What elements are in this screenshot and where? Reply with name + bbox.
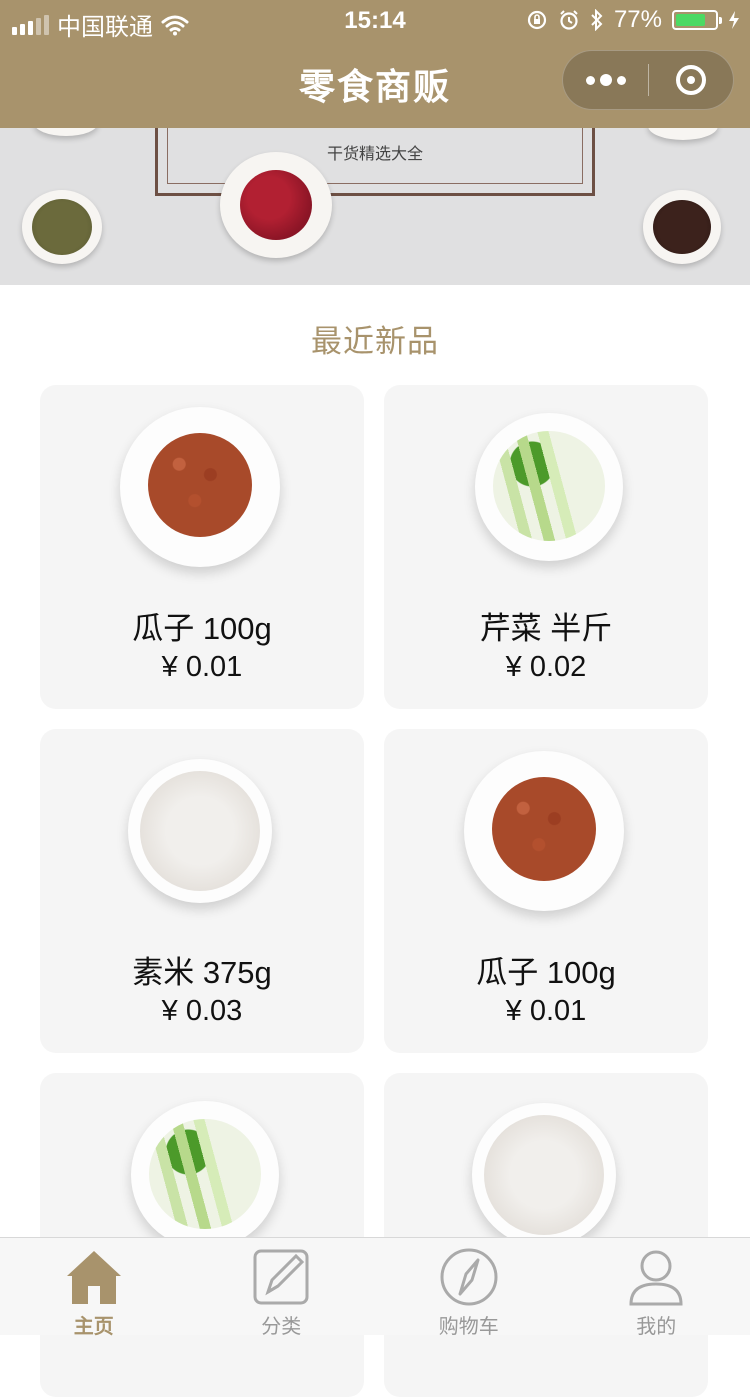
product-card[interactable]: 芹菜 半斤 ¥ 0.02	[384, 385, 708, 709]
product-name: 素米 375g	[40, 947, 364, 992]
banner-caption: 干货精选大全	[0, 140, 750, 164]
product-image	[475, 413, 623, 561]
edit-icon	[250, 1246, 312, 1308]
product-card[interactable]: 瓜子 100g ¥ 0.01	[40, 385, 364, 709]
battery-fill	[676, 14, 705, 26]
battery-percent: 77%	[614, 6, 662, 34]
product-card[interactable]	[384, 1073, 708, 1397]
tab-cart[interactable]: 购物车	[375, 1238, 563, 1335]
tab-category[interactable]: 分类	[188, 1238, 376, 1335]
tab-home[interactable]: 主页	[0, 1238, 188, 1335]
product-card[interactable]: 素米 375g ¥ 0.03	[40, 729, 364, 1053]
promo-banner[interactable]: 干货精选大全	[0, 128, 750, 285]
close-button[interactable]	[649, 50, 733, 110]
product-price: ¥ 0.01	[384, 995, 708, 1028]
product-name: 芹菜 半斤	[384, 603, 708, 648]
tab-label: 我的	[563, 1310, 750, 1339]
product-card[interactable]	[40, 1073, 364, 1397]
jujube-plate-image	[220, 152, 332, 258]
product-price: ¥ 0.03	[40, 995, 364, 1028]
close-icon	[676, 65, 706, 95]
product-price: ¥ 0.01	[40, 651, 364, 684]
product-image	[464, 751, 624, 911]
section-title: 最近新品	[0, 316, 750, 361]
product-price: ¥ 0.02	[384, 651, 708, 684]
more-button[interactable]	[563, 50, 648, 110]
charging-icon	[728, 10, 740, 30]
product-image	[472, 1103, 616, 1247]
product-image	[131, 1101, 279, 1249]
bluetooth-icon	[590, 9, 604, 31]
tab-bar: 主页 分类 购物车 我的	[0, 1237, 750, 1335]
status-bar: 中国联通 15:14 77%	[0, 0, 750, 40]
mini-program-capsule	[562, 50, 734, 110]
tab-label: 购物车	[375, 1310, 563, 1339]
tab-label: 主页	[0, 1310, 188, 1339]
tab-label: 分类	[188, 1310, 376, 1339]
tab-mine[interactable]: 我的	[563, 1238, 750, 1335]
rotation-lock-icon	[526, 9, 548, 31]
plate-top-right-image	[648, 128, 718, 140]
red-bean-plate-image	[643, 190, 721, 264]
plate-top-left-image	[34, 128, 98, 136]
alarm-icon	[558, 9, 580, 31]
compass-icon	[438, 1246, 500, 1308]
mung-bean-plate-image	[22, 190, 102, 264]
product-name: 瓜子 100g	[40, 603, 364, 648]
product-name: 瓜子 100g	[384, 947, 708, 992]
product-card[interactable]: 瓜子 100g ¥ 0.01	[384, 729, 708, 1053]
user-icon	[625, 1246, 687, 1308]
product-image	[120, 407, 280, 567]
product-image	[128, 759, 272, 903]
home-icon	[63, 1246, 125, 1308]
top-bar: 中国联通 15:14 77%	[0, 0, 750, 128]
battery-icon	[672, 10, 718, 30]
status-right: 77%	[526, 6, 740, 34]
